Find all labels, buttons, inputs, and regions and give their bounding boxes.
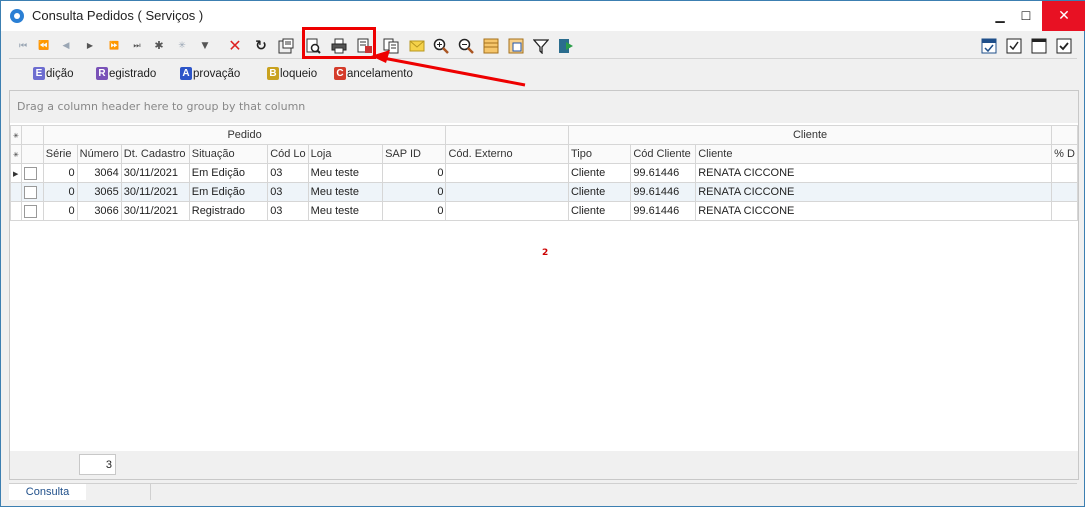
annotation-arrow xyxy=(371,50,526,87)
